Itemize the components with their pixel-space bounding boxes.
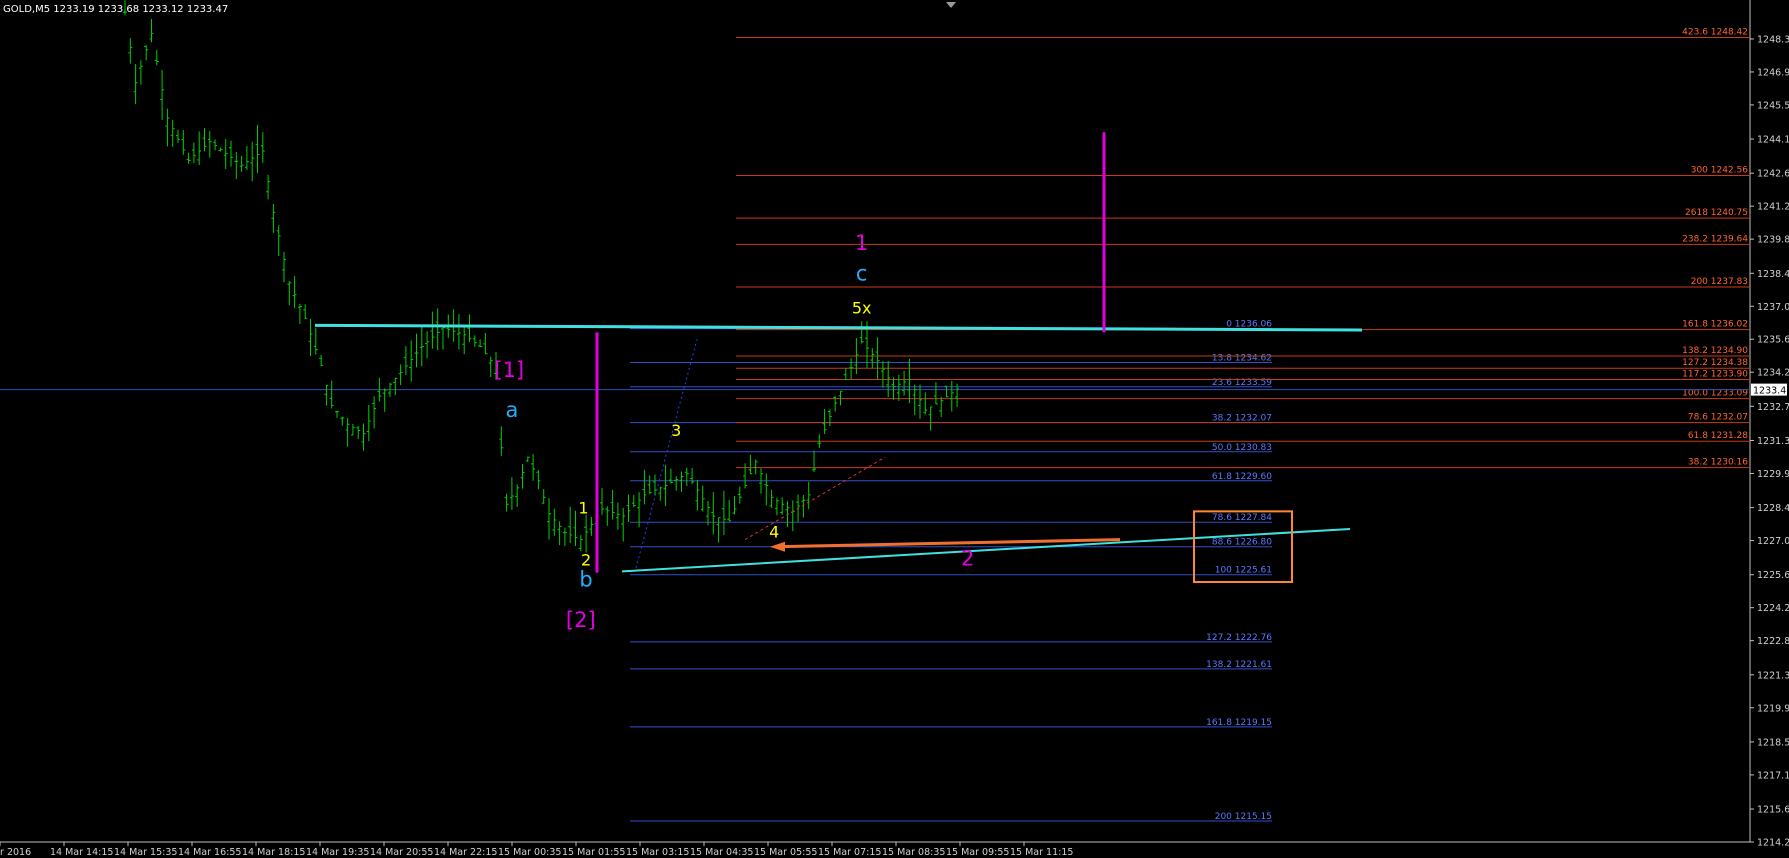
current-price-label: 1233.47 (1753, 386, 1789, 397)
time-tick-label: 15 Mar 00:35 (498, 847, 561, 858)
fib-level-blue-label: 13.8 1234.62 (1212, 354, 1272, 364)
wave-label-yellow: 2 (581, 551, 591, 570)
price-tick-label: 1215.66 (1757, 805, 1789, 816)
price-tick-label: 1245.56 (1757, 100, 1789, 111)
fib-level-blue-label: 88.6 1226.80 (1212, 538, 1272, 548)
fib-level-red-label: 127.2 1234.38 (1682, 358, 1748, 368)
dotted-blue-projection (635, 339, 698, 569)
wave-label-yellow: 3 (671, 421, 681, 440)
price-tick-label: 1246.96 (1757, 67, 1789, 78)
chart-window[interactable]: GOLD,M5 1233.19 1233.68 1233.12 1233.47 … (0, 0, 1789, 858)
fib-level-blue-label: 100 1225.61 (1215, 566, 1272, 576)
wave-label-magenta: [1] (494, 358, 524, 382)
fib-level-blue-label: 50.0 1230.83 (1212, 443, 1272, 453)
fib-level-red-label: 61.8 1231.28 (1688, 431, 1748, 441)
time-tick-label: 15 Mar 08:35 (882, 847, 945, 858)
price-tick-label: 1224.21 (1757, 603, 1789, 614)
fib-level-red-label: 138.2 1234.90 (1682, 346, 1748, 356)
fib-level-red-label: 423.6 1248.42 (1682, 28, 1748, 38)
price-tick-label: 1222.81 (1757, 636, 1789, 647)
wave-label-blue: a (505, 398, 518, 422)
time-tick-label: 15 Mar 04:35 (690, 847, 753, 858)
time-tick-label: 14 Mar 15:35 (114, 847, 177, 858)
fib-level-blue-label: 200 1215.15 (1215, 812, 1272, 822)
price-tick-label: 1218.51 (1757, 737, 1789, 748)
price-tick-label: 1221.36 (1757, 670, 1789, 681)
price-chart[interactable]: 1248.36 1246.96 1245.56 1244.11 1242.66 1241.… (0, 0, 1789, 858)
wave-label-blue: c (856, 262, 868, 286)
price-tick-label: 1234.21 (1757, 368, 1789, 379)
price-tick-label: 1227.06 (1757, 536, 1789, 547)
fib-level-blue-label: 127.2 1222.76 (1206, 633, 1272, 643)
price-tick-label: 1242.66 (1757, 169, 1789, 180)
price-tick-label: 1248.36 (1757, 34, 1789, 45)
time-tick-label: 14 Mar 20:55 (370, 847, 433, 858)
price-tick-label: 1237.01 (1757, 302, 1789, 313)
price-tick-label: 1231.31 (1757, 436, 1789, 447)
wave-label-yellow: 5x (852, 299, 872, 318)
price-tick-label: 1219.96 (1757, 703, 1789, 714)
fib-level-blue-label: 138.2 1221.61 (1206, 660, 1272, 670)
wave-label-yellow: 4 (769, 522, 779, 541)
time-tick-label: 14 Mar 14:15 (50, 847, 113, 858)
wave-label-magenta: 2 (961, 547, 974, 571)
time-tick-label: Mar 2016 (0, 847, 31, 858)
orange-arrow-head (770, 541, 785, 552)
time-tick-label: 15 Mar 09:55 (946, 847, 1009, 858)
price-tick-label: 1232.76 (1757, 402, 1789, 413)
time-tick-label: 15 Mar 11:15 (1010, 847, 1073, 858)
price-tick-label: 1235.61 (1757, 335, 1789, 346)
price-tick-label: 1244.11 (1757, 135, 1789, 146)
price-tick-label: 1229.91 (1757, 469, 1789, 480)
fib-level-blue-label: 78.6 1227.84 (1212, 513, 1272, 523)
wave-label-magenta: [2] (566, 608, 596, 632)
fib-level-red-label: 200 1237.83 (1691, 277, 1748, 287)
time-tick-label: 14 Mar 18:15 (242, 847, 305, 858)
wave-label-blue: b (579, 568, 592, 592)
price-tick-label: 1228.46 (1757, 503, 1789, 514)
time-tick-label: 14 Mar 19:35 (306, 847, 369, 858)
time-tick-label: 15 Mar 03:15 (626, 847, 689, 858)
price-tick-label: 1238.41 (1757, 269, 1789, 280)
time-tick-label: 15 Mar 05:55 (754, 847, 817, 858)
fib-level-red-label: 161.8 1236.02 (1682, 320, 1748, 330)
fib-level-red-label: 117.2 1233.90 (1682, 369, 1748, 379)
time-tick-label: 15 Mar 07:15 (818, 847, 881, 858)
price-tick-label: 1217.11 (1757, 770, 1789, 781)
wave-label-magenta: 1 (855, 231, 868, 255)
fib-level-red-label: 300 1242.56 (1691, 166, 1749, 176)
price-tick-label: 1225.61 (1757, 570, 1789, 581)
price-tick-label: 1239.86 (1757, 235, 1789, 246)
fib-level-red-label: 238.2 1239.64 (1682, 234, 1748, 244)
price-tick-label: 1241.26 (1757, 202, 1789, 213)
price-tick-label: 1214.26 (1757, 838, 1789, 849)
fib-level-blue-label: 161.8 1219.15 (1206, 718, 1272, 728)
time-tick-label: 15 Mar 01:55 (562, 847, 625, 858)
wave-label-yellow: 1 (578, 499, 588, 518)
fib-level-blue-label: 61.8 1229.60 (1212, 472, 1272, 482)
fib-level-red-label: 2618 1240.75 (1685, 208, 1748, 218)
time-tick-label: 14 Mar 22:15 (434, 847, 497, 858)
time-tick-label: 14 Mar 16:55 (178, 847, 241, 858)
fib-level-red-label: 38.2 1230.16 (1688, 458, 1748, 468)
fib-level-red-label: 78.6 1232.07 (1688, 413, 1748, 423)
